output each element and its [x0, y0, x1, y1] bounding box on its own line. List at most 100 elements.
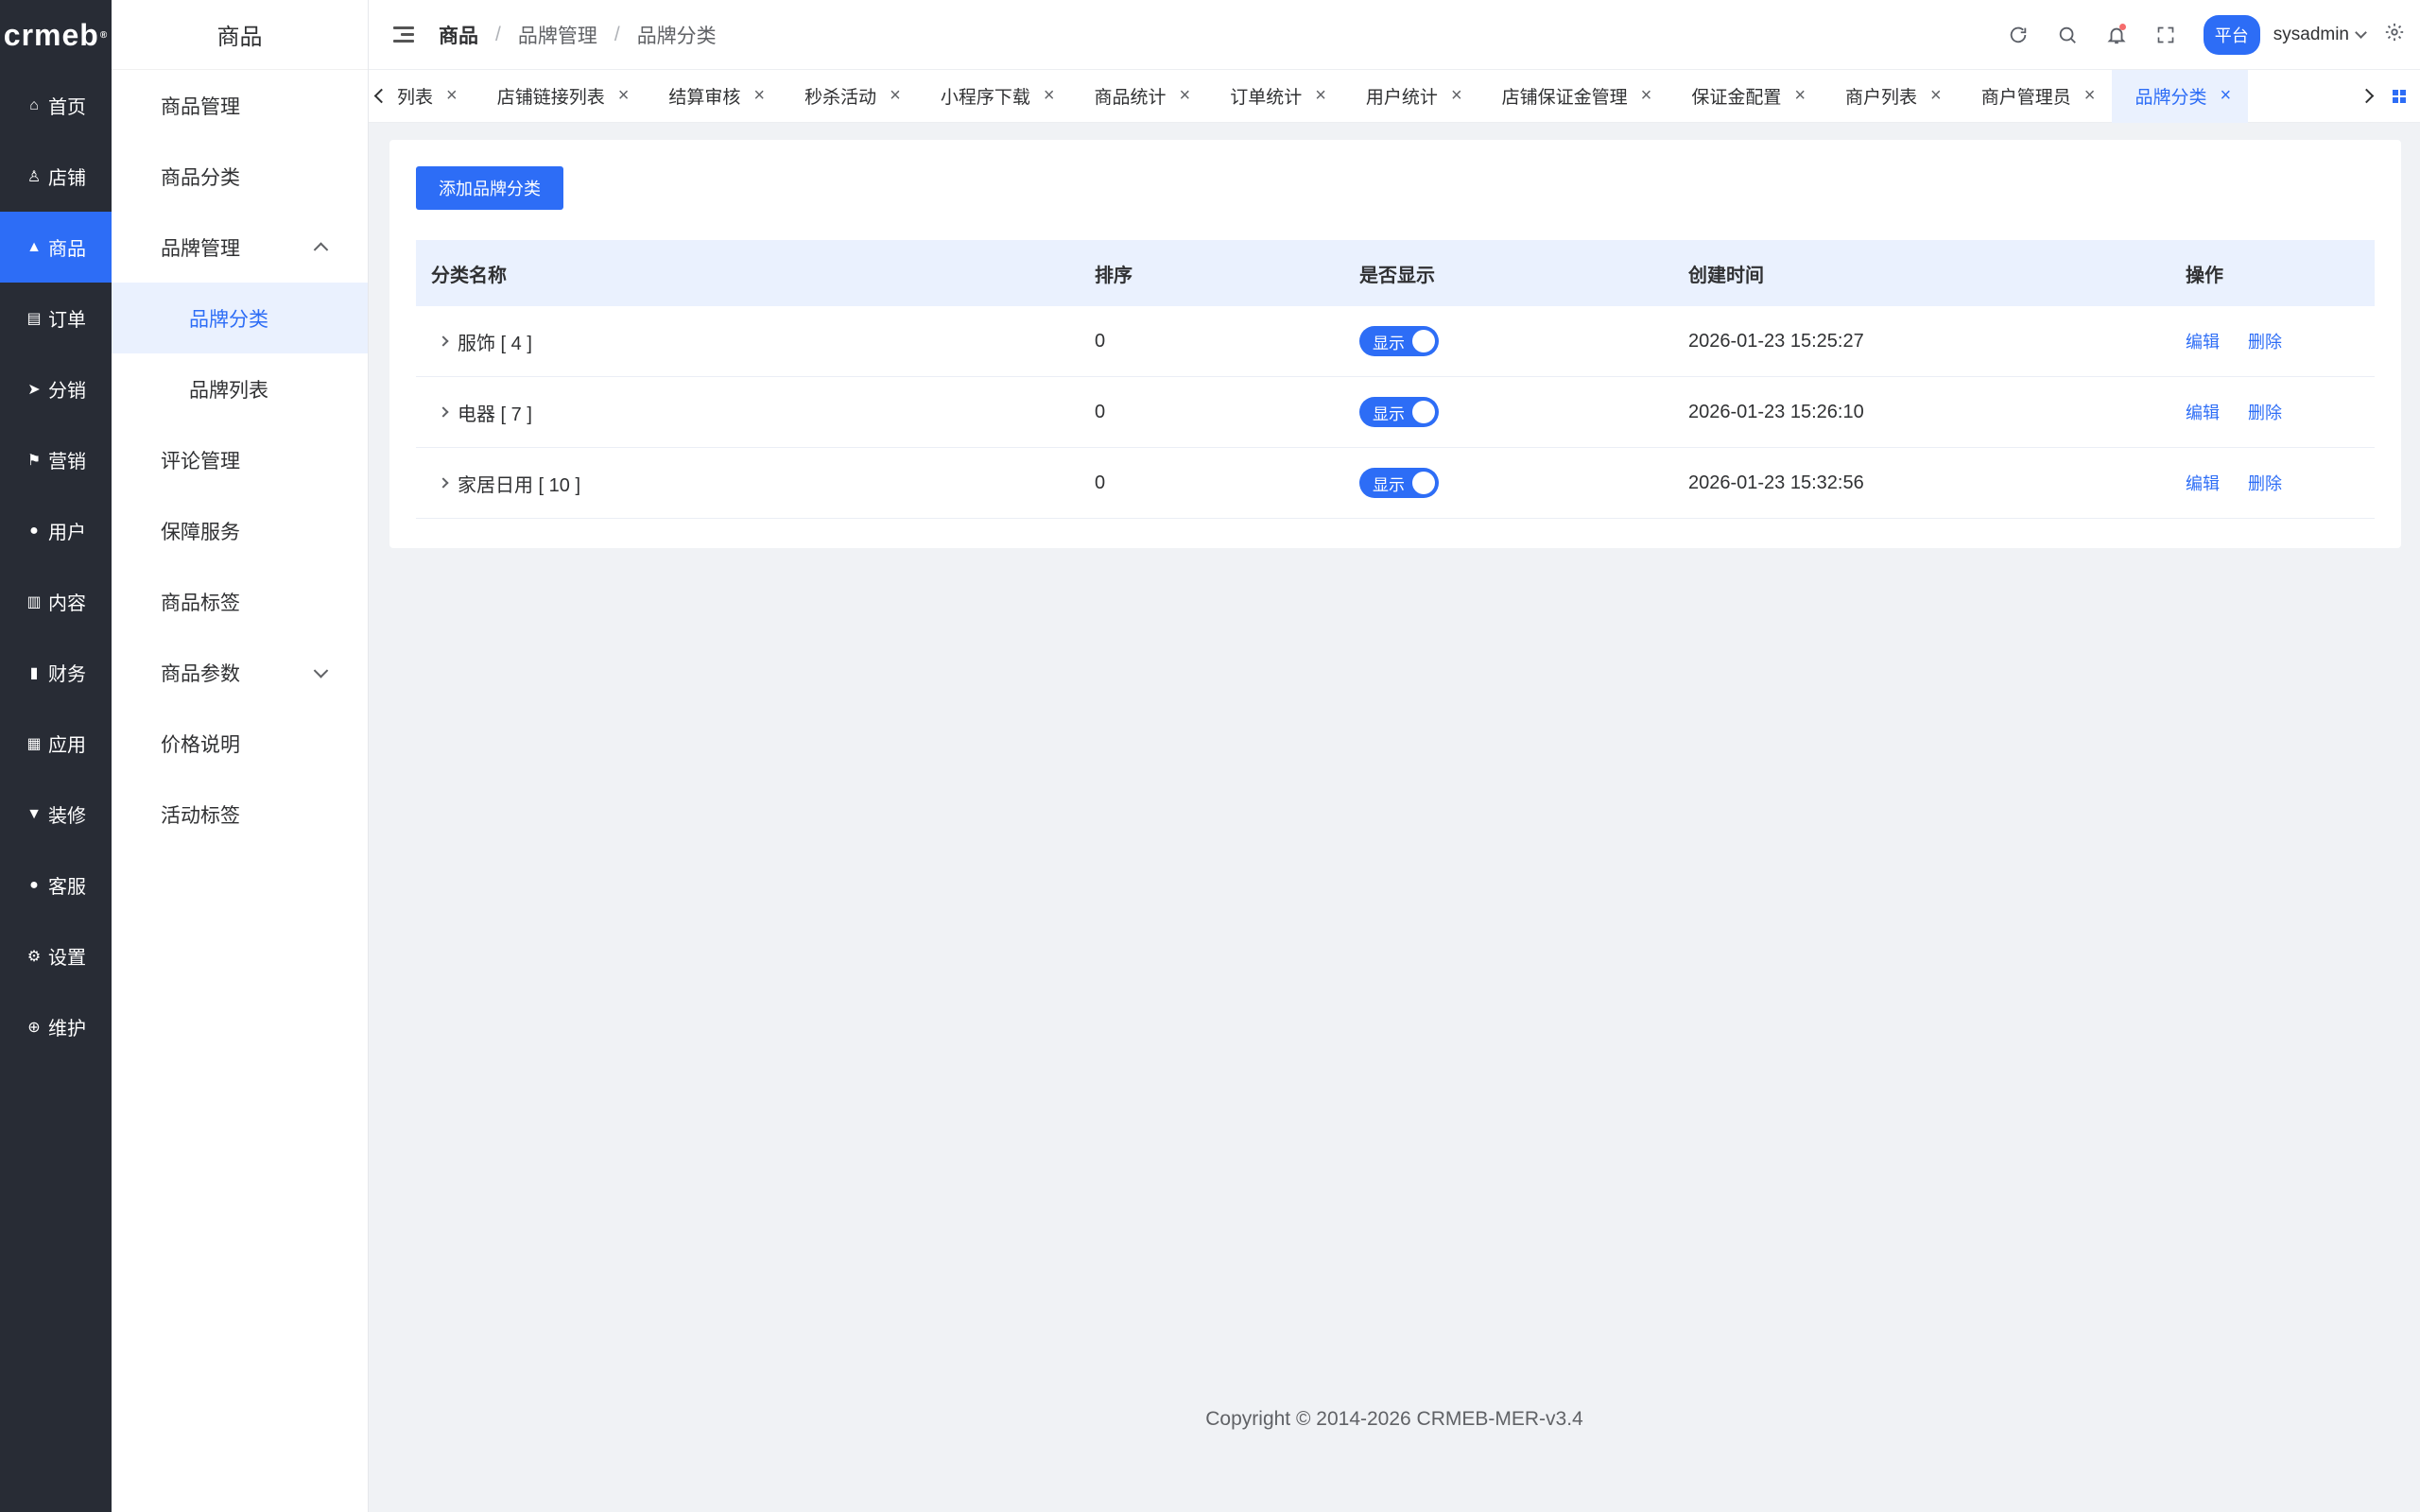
notification-dot	[2118, 23, 2126, 30]
tab-close-icon[interactable]: ×	[1451, 85, 1462, 107]
tab-merchant-admins[interactable]: 商户管理员 ×	[1959, 70, 2113, 123]
sidebar-item-comments[interactable]: 评论管理	[112, 424, 368, 495]
breadcrumb-item[interactable]: 品牌管理	[518, 21, 597, 49]
breadcrumb: 商品 / 品牌管理 / 品牌分类	[439, 21, 717, 49]
rail-item-decoration[interactable]: ▼ 装修	[0, 779, 112, 850]
expand-row-icon[interactable]	[431, 335, 458, 347]
store-icon: ♙	[26, 168, 42, 185]
edit-link[interactable]: 编辑	[2186, 400, 2220, 424]
add-brand-category-button[interactable]: 添加品牌分类	[416, 166, 563, 210]
rail-item-orders[interactable]: ▤ 订单	[0, 283, 112, 353]
rail-item-apps[interactable]: ▦ 应用	[0, 708, 112, 779]
edit-link[interactable]: 编辑	[2186, 329, 2220, 353]
tab-user-stats[interactable]: 用户统计 ×	[1343, 70, 1479, 123]
tab-close-icon[interactable]: ×	[1315, 85, 1326, 107]
rail-item-maintenance[interactable]: ⊕ 维护	[0, 991, 112, 1062]
tab-close-icon[interactable]: ×	[446, 85, 458, 107]
sidebar-item-price-notes[interactable]: 价格说明	[112, 708, 368, 779]
send-icon: ➤	[27, 381, 41, 398]
expand-row-icon[interactable]	[431, 477, 458, 489]
platform-badge[interactable]: 平台	[2203, 14, 2260, 55]
delete-link[interactable]: 删除	[2248, 471, 2282, 495]
rail-item-finance[interactable]: ▮ 财务	[0, 637, 112, 708]
rail-item-service[interactable]: ● 客服	[0, 850, 112, 920]
sidebar-item-label: 品牌分类	[189, 308, 268, 331]
tab-brand-category[interactable]: 品牌分类 ×	[2112, 69, 2249, 123]
rail-item-users[interactable]: ● 用户	[0, 495, 112, 566]
sidebar-item-goods-params[interactable]: 商品参数	[112, 637, 368, 708]
user-menu[interactable]: sysadmin	[2273, 25, 2367, 45]
tab-close-icon[interactable]: ×	[753, 85, 765, 107]
tab-settlement-review[interactable]: 结算审核 ×	[646, 70, 782, 123]
breadcrumb-item[interactable]: 商品	[439, 21, 478, 49]
tab-close-icon[interactable]: ×	[1794, 85, 1806, 107]
rail-item-goods[interactable]: ▲ 商品	[0, 212, 112, 283]
chevron-down-icon	[313, 662, 329, 679]
tab-deposit-management[interactable]: 店铺保证金管理 ×	[1479, 70, 1669, 123]
fullscreen-icon[interactable]	[2141, 16, 2190, 54]
breadcrumb-separator: /	[495, 23, 501, 45]
sidebar-item-goods-tags[interactable]: 商品标签	[112, 566, 368, 637]
rail-item-label: 客服	[48, 877, 86, 898]
tab-close-icon[interactable]: ×	[890, 85, 901, 107]
sidebar-item-goods-category[interactable]: 商品分类	[112, 141, 368, 212]
sidebar-item-goods-management[interactable]: 商品管理	[112, 70, 368, 141]
rail-item-content[interactable]: ▥ 内容	[0, 566, 112, 637]
tab-store-links[interactable]: 店铺链接列表 ×	[475, 70, 647, 123]
tab-goods-stats[interactable]: 商品统计 ×	[1072, 70, 1208, 123]
tab-flash-sale[interactable]: 秒杀活动 ×	[782, 70, 918, 123]
tab-close-icon[interactable]: ×	[2220, 85, 2231, 107]
table-header: 分类名称 排序 是否显示 创建时间 操作	[416, 240, 2375, 306]
sidebar-item-brand-management[interactable]: 品牌管理	[112, 212, 368, 283]
tabs-menu-grid-icon[interactable]	[2378, 89, 2420, 103]
refresh-icon[interactable]	[1994, 16, 2043, 54]
tab-miniprogram-download[interactable]: 小程序下载 ×	[918, 70, 1072, 123]
search-icon[interactable]	[2043, 16, 2092, 54]
tab-close-icon[interactable]: ×	[1641, 85, 1652, 107]
settings-gear-icon[interactable]	[2384, 22, 2405, 48]
tab-deposit-config[interactable]: 保证金配置 ×	[1668, 70, 1823, 123]
sidebar-item-guarantee[interactable]: 保障服务	[112, 495, 368, 566]
home-icon: ⌂	[29, 96, 39, 113]
delete-link[interactable]: 删除	[2248, 400, 2282, 424]
sidebar-item-brand-list[interactable]: 品牌列表	[112, 353, 368, 424]
delete-link[interactable]: 删除	[2248, 329, 2282, 353]
category-name: 家居日用 [ 10 ]	[458, 474, 581, 496]
rail-item-home[interactable]: ⌂ 首页	[0, 70, 112, 141]
sort-value: 0	[1095, 330, 1106, 352]
edit-link[interactable]: 编辑	[2186, 471, 2220, 495]
collapse-menu-icon[interactable]	[393, 26, 414, 43]
rail-item-settings[interactable]: ⚙ 设置	[0, 920, 112, 991]
notification-bell-icon[interactable]	[2092, 16, 2141, 54]
show-toggle[interactable]: 显示	[1359, 397, 1439, 427]
apps-grid-icon: ▦	[26, 735, 42, 752]
table-row: 服饰 [ 4 ] 0 显示 2026-01-23 15:25:27 编辑 删除	[416, 306, 2375, 377]
rail-item-store[interactable]: ♙ 店铺	[0, 141, 112, 212]
show-toggle[interactable]: 显示	[1359, 468, 1439, 498]
tabs-scroll-left-icon[interactable]	[369, 70, 393, 123]
tab-list-page[interactable]: 列表 ×	[393, 70, 475, 123]
show-toggle[interactable]: 显示	[1359, 326, 1439, 356]
tab-close-icon[interactable]: ×	[1930, 85, 1942, 107]
sidebar-item-activity-tags[interactable]: 活动标签	[112, 779, 368, 850]
sidebar-item-brand-category[interactable]: 品牌分类	[112, 283, 368, 353]
table-row: 家居日用 [ 10 ] 0 显示 2026-01-23 15:32:56 编辑 删…	[416, 448, 2375, 519]
tabs-scroll-right-icon[interactable]	[2354, 70, 2378, 123]
rail-item-label: 店铺	[48, 168, 86, 189]
tab-close-icon[interactable]: ×	[1180, 85, 1191, 107]
crmeb-logo[interactable]: crmeb ®	[0, 0, 112, 70]
tab-order-stats[interactable]: 订单统计 ×	[1207, 70, 1343, 123]
expand-row-icon[interactable]	[431, 406, 458, 418]
page-tabs-bar: 列表 × 店铺链接列表 × 结算审核 × 秒杀活动 × 小程序下载 × 商品统计 × 订单统…	[369, 69, 2420, 123]
tab-close-icon[interactable]: ×	[2084, 85, 2096, 107]
created-time: 2026-01-23 15:32:56	[1688, 472, 1864, 493]
column-header: 创建时间	[1688, 265, 1764, 286]
rail-item-distribution[interactable]: ➤ 分销	[0, 353, 112, 424]
rail-item-marketing[interactable]: ⚑ 营销	[0, 424, 112, 495]
tab-merchant-list[interactable]: 商户列表 ×	[1823, 70, 1959, 123]
category-name: 电器 [ 7 ]	[458, 404, 532, 425]
tab-close-icon[interactable]: ×	[618, 85, 630, 107]
tab-label: 品牌分类	[2135, 88, 2207, 108]
tab-label: 商品统计	[1094, 88, 1167, 108]
tab-close-icon[interactable]: ×	[1044, 85, 1055, 107]
